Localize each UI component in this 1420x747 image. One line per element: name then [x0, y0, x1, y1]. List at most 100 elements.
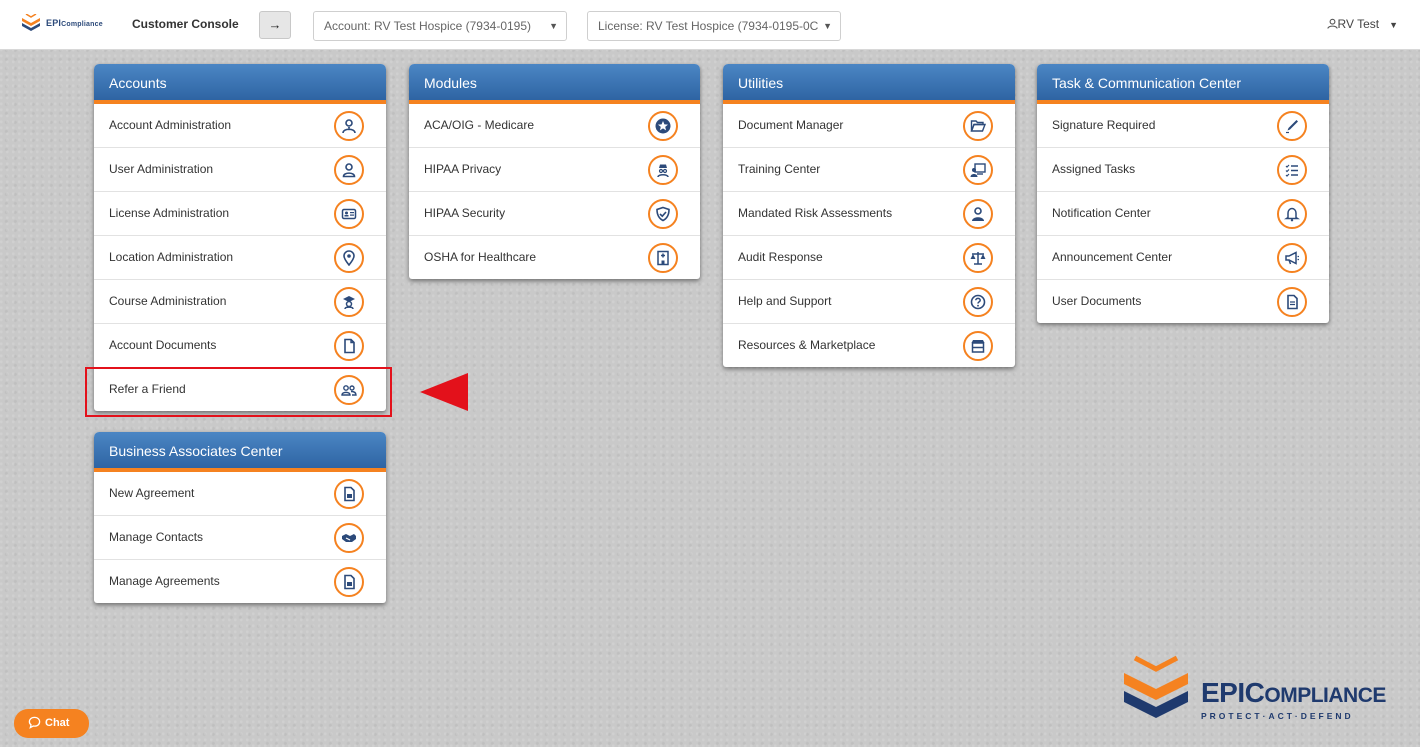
task-communication-panel: Task & Communication Center Signature Re…: [1037, 64, 1329, 323]
megaphone-icon: [1277, 243, 1307, 273]
accounts-panel: Accounts Account Administration User Adm…: [94, 64, 386, 411]
menu-item-account-administration[interactable]: Account Administration: [94, 104, 386, 148]
brand-name: EPICompliance: [46, 18, 103, 28]
menu-item-course-administration[interactable]: Course Administration: [94, 280, 386, 324]
footer-brand-name: EPICOMPLIANCE: [1201, 677, 1386, 708]
menu-item-label: Notification Center: [1052, 206, 1151, 220]
chat-button[interactable]: Chat: [14, 709, 89, 738]
id-card-icon: [334, 199, 364, 229]
menu-item-audit-response[interactable]: Audit Response: [723, 236, 1015, 280]
menu-item-document-manager[interactable]: Document Manager: [723, 104, 1015, 148]
course-icon: [334, 287, 364, 317]
folder-open-icon: [963, 111, 993, 141]
menu-item-announcement-center[interactable]: Announcement Center: [1037, 236, 1329, 280]
panel-title: Modules: [409, 64, 700, 104]
menu-item-new-agreement[interactable]: New Agreement: [94, 472, 386, 516]
switch-context-button[interactable]: →: [259, 11, 291, 39]
menu-item-location-administration[interactable]: Location Administration: [94, 236, 386, 280]
star-icon: [648, 111, 678, 141]
pointer-arrow-icon: [420, 373, 468, 411]
menu-item-osha-for-healthcare[interactable]: OSHA for Healthcare: [409, 236, 700, 279]
menu-item-label: HIPAA Security: [424, 206, 506, 220]
user-document-icon: [1277, 287, 1307, 317]
console-title: Customer Console: [132, 17, 239, 31]
license-select-value: License: RV Test Hospice (7934-0195-0C: [598, 19, 819, 33]
bell-icon: [1277, 199, 1307, 229]
menu-item-label: User Administration: [109, 162, 214, 176]
caret-down-icon: ▼: [1389, 20, 1398, 30]
menu-item-label: Mandated Risk Assessments: [738, 206, 893, 220]
menu-item-notification-center[interactable]: Notification Center: [1037, 192, 1329, 236]
panel-title: Utilities: [723, 64, 1015, 104]
menu-item-resources-marketplace[interactable]: Resources & Marketplace: [723, 324, 1015, 367]
menu-item-mandated-risk-assessments[interactable]: Mandated Risk Assessments: [723, 192, 1015, 236]
task-list-icon: [1277, 155, 1307, 185]
question-icon: [963, 287, 993, 317]
menu-item-label: User Documents: [1052, 294, 1142, 308]
menu-item-label: Manage Contacts: [109, 530, 204, 544]
menu-item-label: Announcement Center: [1052, 250, 1173, 264]
panel-title: Accounts: [94, 64, 386, 104]
caret-down-icon: ▼: [549, 21, 558, 31]
chat-bubble-icon: [28, 716, 41, 729]
menu-item-label: New Agreement: [109, 486, 195, 500]
menu-item-account-documents[interactable]: Account Documents: [94, 324, 386, 368]
handshake-icon: [334, 523, 364, 553]
menu-item-label: Help and Support: [738, 294, 832, 308]
account-select[interactable]: Account: RV Test Hospice (7934-0195) ▼: [313, 11, 567, 41]
shield-icon: [648, 199, 678, 229]
user-name: RV Test: [1337, 17, 1380, 31]
menu-item-label: Account Documents: [109, 338, 217, 352]
menu-item-label: Manage Agreements: [109, 574, 220, 588]
user-icon: [1326, 18, 1338, 29]
panel-title: Task & Communication Center: [1037, 64, 1329, 104]
business-associates-panel: Business Associates Center New Agreement…: [94, 432, 386, 603]
privacy-icon: [648, 155, 678, 185]
top-bar: EPICompliance Customer Console → Account…: [0, 0, 1420, 50]
panel-title: Business Associates Center: [94, 432, 386, 472]
training-icon: [963, 155, 993, 185]
epicompliance-logo-icon: [1124, 655, 1188, 718]
epicompliance-logo-icon[interactable]: [20, 14, 42, 34]
menu-item-label: Assigned Tasks: [1052, 162, 1136, 176]
pen-icon: [1277, 111, 1307, 141]
account-select-value: Account: RV Test Hospice (7934-0195): [324, 19, 532, 33]
menu-item-label: Training Center: [738, 162, 821, 176]
menu-item-hipaa-security[interactable]: HIPAA Security: [409, 192, 700, 236]
license-select[interactable]: License: RV Test Hospice (7934-0195-0C ▼: [587, 11, 841, 41]
menu-item-label: Course Administration: [109, 294, 227, 308]
assessor-icon: [963, 199, 993, 229]
menu-item-aca-oig-medicare[interactable]: ACA/OIG - Medicare: [409, 104, 700, 148]
scale-icon: [963, 243, 993, 273]
menu-item-label: Document Manager: [738, 118, 844, 132]
menu-item-manage-contacts[interactable]: Manage Contacts: [94, 516, 386, 560]
store-icon: [963, 331, 993, 361]
menu-item-label: OSHA for Healthcare: [424, 250, 537, 264]
refer-a-friend-highlight-box: [85, 367, 392, 417]
account-admin-icon: [334, 111, 364, 141]
document-icon: [334, 331, 364, 361]
chat-label: Chat: [45, 717, 70, 729]
hospital-icon: [648, 243, 678, 273]
menu-item-user-documents[interactable]: User Documents: [1037, 280, 1329, 323]
menu-item-label: Account Administration: [109, 118, 232, 132]
location-pin-icon: [334, 243, 364, 273]
menu-item-label: HIPAA Privacy: [424, 162, 502, 176]
footer-tagline: PROTECT·ACT·DEFEND: [1201, 711, 1354, 721]
modules-panel: Modules ACA/OIG - Medicare HIPAA Privacy…: [409, 64, 700, 279]
menu-item-help-and-support[interactable]: Help and Support: [723, 280, 1015, 324]
menu-item-license-administration[interactable]: License Administration: [94, 192, 386, 236]
menu-item-label: Location Administration: [109, 250, 234, 264]
menu-item-hipaa-privacy[interactable]: HIPAA Privacy: [409, 148, 700, 192]
menu-item-manage-agreements[interactable]: Manage Agreements: [94, 560, 386, 603]
utilities-panel: Utilities Document Manager Training Cent…: [723, 64, 1015, 367]
agreement-icon: [334, 479, 364, 509]
menu-item-signature-required[interactable]: Signature Required: [1037, 104, 1329, 148]
menu-item-assigned-tasks[interactable]: Assigned Tasks: [1037, 148, 1329, 192]
menu-item-training-center[interactable]: Training Center: [723, 148, 1015, 192]
user-menu[interactable]: RV Test ▼: [1326, 17, 1398, 31]
menu-item-label: License Administration: [109, 206, 230, 220]
menu-item-label: Audit Response: [738, 250, 823, 264]
menu-item-user-administration[interactable]: User Administration: [94, 148, 386, 192]
menu-item-label: ACA/OIG - Medicare: [424, 118, 535, 132]
